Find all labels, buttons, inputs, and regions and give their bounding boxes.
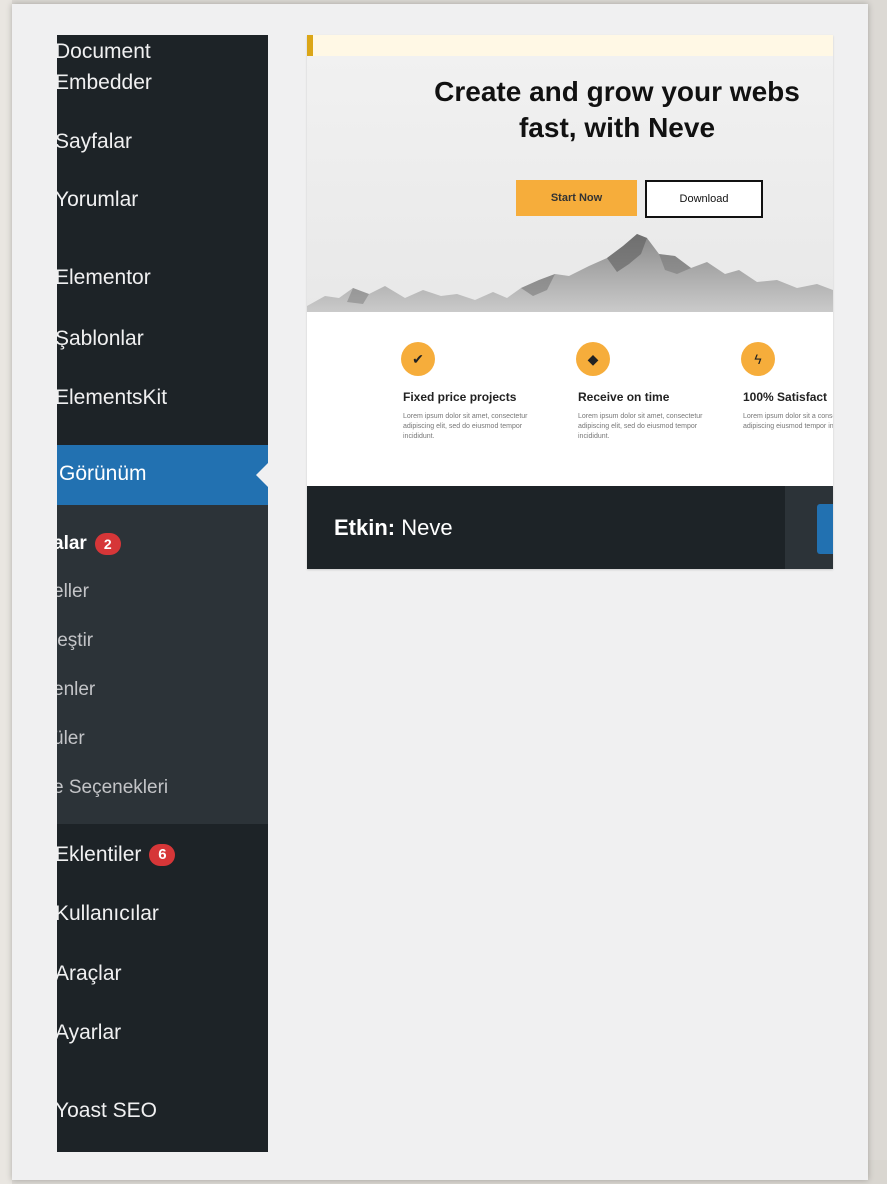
feature-desc: Lorem ipsum dolor sit amet, consectetur … xyxy=(403,413,528,440)
submenu-item-label: enler xyxy=(57,679,96,700)
sidebar-item-label: Şablonlar xyxy=(57,327,144,350)
hero-title: Create and grow your webs fast, with Nev… xyxy=(307,74,833,146)
sidebar-item-label: Sayfalar xyxy=(57,130,133,153)
submenu-item-label: alar xyxy=(57,533,87,554)
submenu-item-label: e Seçenekleri xyxy=(57,777,169,798)
sidebar-item-label: Görünüm xyxy=(59,462,147,485)
sidebar-item-label: Yorumlar xyxy=(57,188,139,211)
start-now-button: Start Now xyxy=(516,180,637,216)
submenu-item-2[interactable]: eller xyxy=(57,579,89,605)
sidebar-submenu: alar 2 eller leştir enler üler e Seçenekl… xyxy=(57,505,268,824)
sidebar-item-gorunum[interactable]: Görünüm xyxy=(57,445,268,505)
sidebar-item-elementor[interactable]: Elementor xyxy=(57,263,268,293)
submenu-item-5[interactable]: üler xyxy=(57,726,85,752)
plugin-update-badge: 6 xyxy=(149,844,176,867)
sidebar-item-text: Eklentiler xyxy=(57,843,142,866)
submenu-item-3[interactable]: leştir xyxy=(57,628,93,654)
submenu-item-label: eller xyxy=(57,581,89,602)
theme-card-footer: Etkin: Neve xyxy=(307,486,833,569)
sidebar-item-yoast-seo[interactable]: Yoast SEO xyxy=(57,1096,268,1126)
sidebar-item-label: Document xyxy=(57,40,151,63)
submenu-item-4[interactable]: enler xyxy=(57,677,95,703)
backdrop-stripe xyxy=(0,0,12,1184)
theme-notice-bar xyxy=(307,35,833,56)
sidebar-item-label: Araçlar xyxy=(57,962,122,985)
sidebar-item-label: Elementor xyxy=(57,266,151,289)
theme-screenshot-hero: Create and grow your webs fast, with Nev… xyxy=(307,56,833,318)
sidebar-item-eklentiler[interactable]: Eklentiler 6 xyxy=(57,840,268,870)
submenu-item-label: leştir xyxy=(57,630,94,651)
theme-card-neve[interactable]: Create and grow your webs fast, with Nev… xyxy=(307,35,833,569)
lightning-icon: ϟ xyxy=(741,342,775,376)
sidebar-item-yorumlar[interactable]: Yorumlar xyxy=(57,185,268,215)
theme-features: ✔ Fixed price projects Lorem ipsum dolor… xyxy=(307,318,833,486)
sidebar-item-label: Kullanıcılar xyxy=(57,902,159,925)
check-icon: ✔ xyxy=(401,342,435,376)
update-count-badge: 2 xyxy=(94,532,121,555)
admin-sidebar: Document Embedder Sayfalar Yorumlar Elem… xyxy=(57,35,268,1152)
hero-title-line1: Create and grow your webs xyxy=(434,76,800,107)
sidebar-item-document-embedder[interactable]: Document Embedder xyxy=(57,37,268,97)
feature-desc: Lorem ipsum dolor sit a consectetur adip… xyxy=(743,413,833,430)
sidebar-item-elementskit[interactable]: ElementsKit xyxy=(57,383,268,413)
active-menu-arrow xyxy=(256,463,268,487)
sidebar-item-sablonlar[interactable]: Şablonlar xyxy=(57,324,268,354)
submenu-item-label: üler xyxy=(57,728,85,749)
feature-desc: Lorem ipsum dolor sit amet, consectetur … xyxy=(578,413,703,440)
feature-receive-on-time: ◆ Receive on time Lorem ipsum dolor sit … xyxy=(576,342,728,442)
submenu-item-temalar[interactable]: alar 2 xyxy=(57,531,121,557)
sidebar-item-kullanicilar[interactable]: Kullanıcılar xyxy=(57,899,268,929)
sidebar-item-sayfalar[interactable]: Sayfalar xyxy=(57,127,268,157)
feature-fixed-price: ✔ Fixed price projects Lorem ipsum dolor… xyxy=(401,342,553,442)
submenu-item-6[interactable]: e Seçenekleri xyxy=(57,775,168,801)
feature-satisfaction: ϟ 100% Satisfact Lorem ipsum dolor sit a… xyxy=(741,342,833,432)
download-button: Download xyxy=(645,180,763,218)
feature-title: Fixed price projects xyxy=(403,390,517,404)
sidebar-item-label: Ayarlar xyxy=(57,1021,122,1044)
diamond-icon: ◆ xyxy=(576,342,610,376)
active-theme-label: Etkin: Neve xyxy=(334,514,453,542)
mountains-image xyxy=(307,234,833,318)
customize-button[interactable] xyxy=(817,504,833,554)
sidebar-item-label: ElementsKit xyxy=(57,386,168,409)
feature-title: Receive on time xyxy=(578,390,670,404)
sidebar-item-ayarlar[interactable]: Ayarlar xyxy=(57,1018,268,1048)
sidebar-item-araclar[interactable]: Araçlar xyxy=(57,959,268,989)
sidebar-item-label: Eklentiler 6 xyxy=(57,840,176,870)
active-theme-name: Neve xyxy=(401,515,453,540)
sidebar-item-label: Embedder xyxy=(57,71,152,94)
active-prefix: Etkin: xyxy=(334,515,396,540)
sidebar-item-label: Yoast SEO xyxy=(57,1099,157,1122)
feature-title: 100% Satisfact xyxy=(743,390,828,404)
hero-title-line2: fast, with Neve xyxy=(518,112,716,143)
